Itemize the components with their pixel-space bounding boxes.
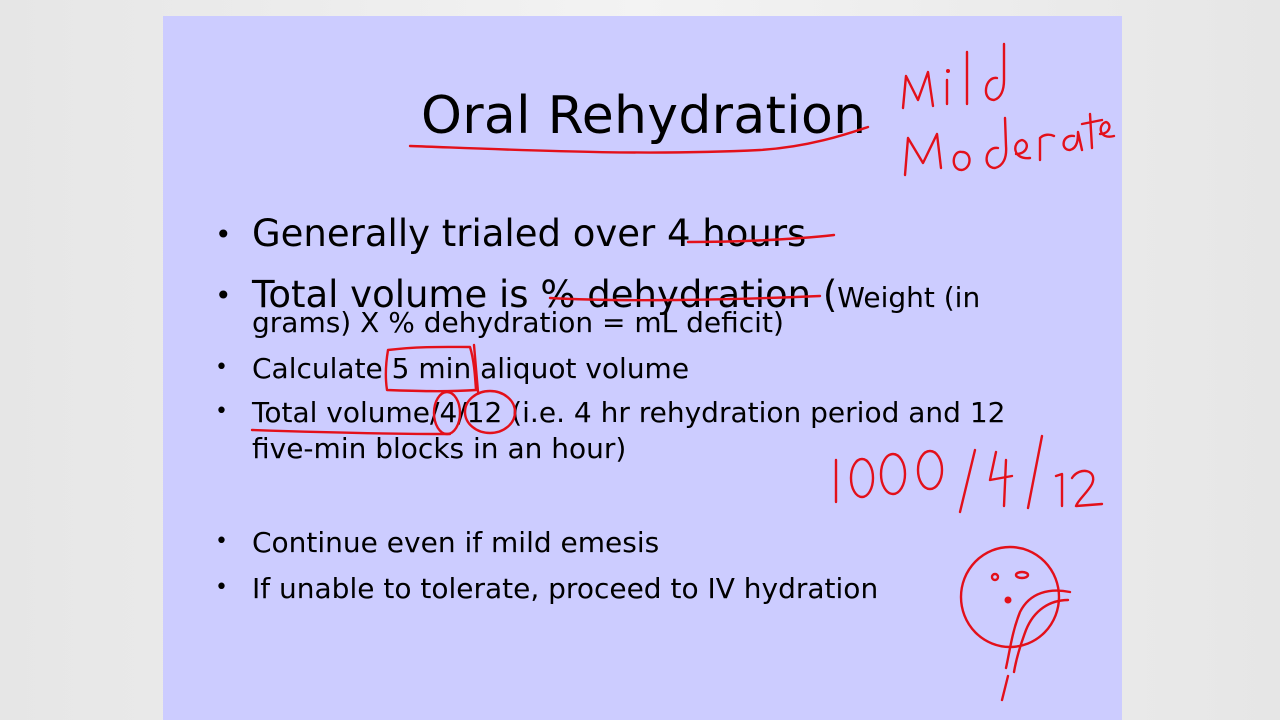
- bullet-text-paren: (: [822, 273, 838, 316]
- bullet-text-small: Weight (in: [837, 281, 981, 314]
- bullet-text: Generally trialed over 4 hours: [252, 212, 807, 255]
- bullet-marker: •: [215, 399, 228, 424]
- bullet-marker: •: [215, 575, 228, 600]
- page: Oral Rehydration • Generally trialed ove…: [0, 0, 1280, 720]
- bullet-text-line: grams) X % dehydration = mL deficit): [252, 306, 784, 339]
- bullet-text-line: five-min blocks in an hour): [252, 432, 627, 465]
- slide-title: Oral Rehydration: [421, 86, 867, 146]
- bullet-text: Calculate 5 min aliquot volume: [252, 352, 690, 385]
- bullet-marker: •: [215, 529, 228, 554]
- slide: Oral Rehydration • Generally trialed ove…: [163, 16, 1122, 720]
- bullet-text: If unable to tolerate, proceed to IV hyd…: [252, 572, 879, 605]
- bullet-marker: •: [215, 355, 228, 380]
- bullet-text: Total volume/4/12 (i.e. 4 hr rehydration…: [252, 396, 1006, 429]
- bullet-text: Continue even if mild emesis: [252, 526, 660, 559]
- bullet-marker: •: [215, 279, 232, 312]
- bullet-marker: •: [215, 218, 232, 251]
